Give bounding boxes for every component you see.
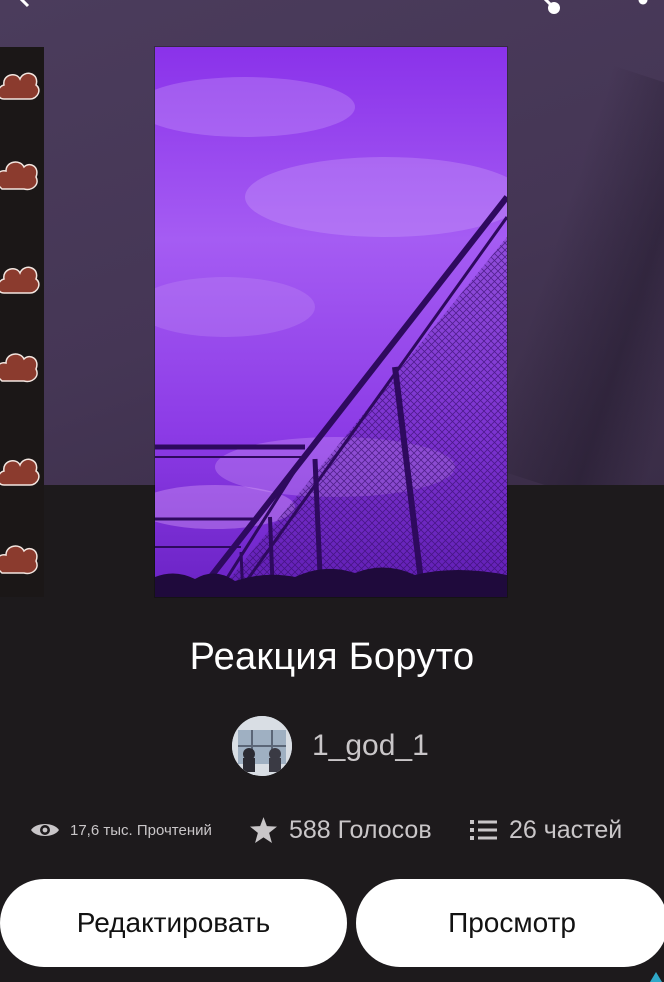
hero-streak: [483, 65, 664, 485]
list-icon: [470, 819, 497, 841]
view-button[interactable]: Просмотр: [356, 879, 664, 967]
edit-button[interactable]: Редактировать: [0, 879, 347, 967]
cloud-pattern-icon: [0, 161, 38, 191]
star-icon: [250, 817, 277, 843]
story-cover-image[interactable]: [155, 47, 507, 597]
cover-artwork: [155, 47, 507, 597]
reads-stat: 17,6 тыс. Прочтений: [30, 808, 212, 852]
previous-story-cover[interactable]: [0, 47, 44, 597]
parts-stat[interactable]: 26 частей: [470, 808, 622, 852]
corner-indicator-icon: [650, 972, 662, 982]
story-title: Реакция Боруто: [189, 636, 475, 678]
votes-stat: 588 Голосов: [250, 808, 432, 852]
more-vertical-icon[interactable]: [636, 0, 650, 10]
reads-count: 17,6 тыс. Прочтений: [70, 821, 212, 839]
share-icon[interactable]: [534, 0, 568, 16]
cloud-pattern-icon: [0, 353, 38, 383]
cloud-pattern-icon: [0, 266, 40, 294]
author-row[interactable]: 1_god_1: [232, 716, 429, 776]
stats-row: 17,6 тыс. Прочтений 588 Голосов 26 часте…: [0, 808, 664, 852]
back-arrow-icon[interactable]: [10, 0, 34, 8]
cloud-pattern-icon: [0, 72, 40, 100]
votes-count: 588 Голосов: [289, 815, 432, 844]
parts-count[interactable]: 26 частей: [509, 816, 622, 845]
avatar[interactable]: [232, 716, 292, 776]
cloud-pattern-icon: [0, 545, 38, 575]
cloud-pattern-icon: [0, 458, 40, 486]
eye-icon: [30, 820, 60, 840]
author-name[interactable]: 1_god_1: [312, 729, 429, 763]
